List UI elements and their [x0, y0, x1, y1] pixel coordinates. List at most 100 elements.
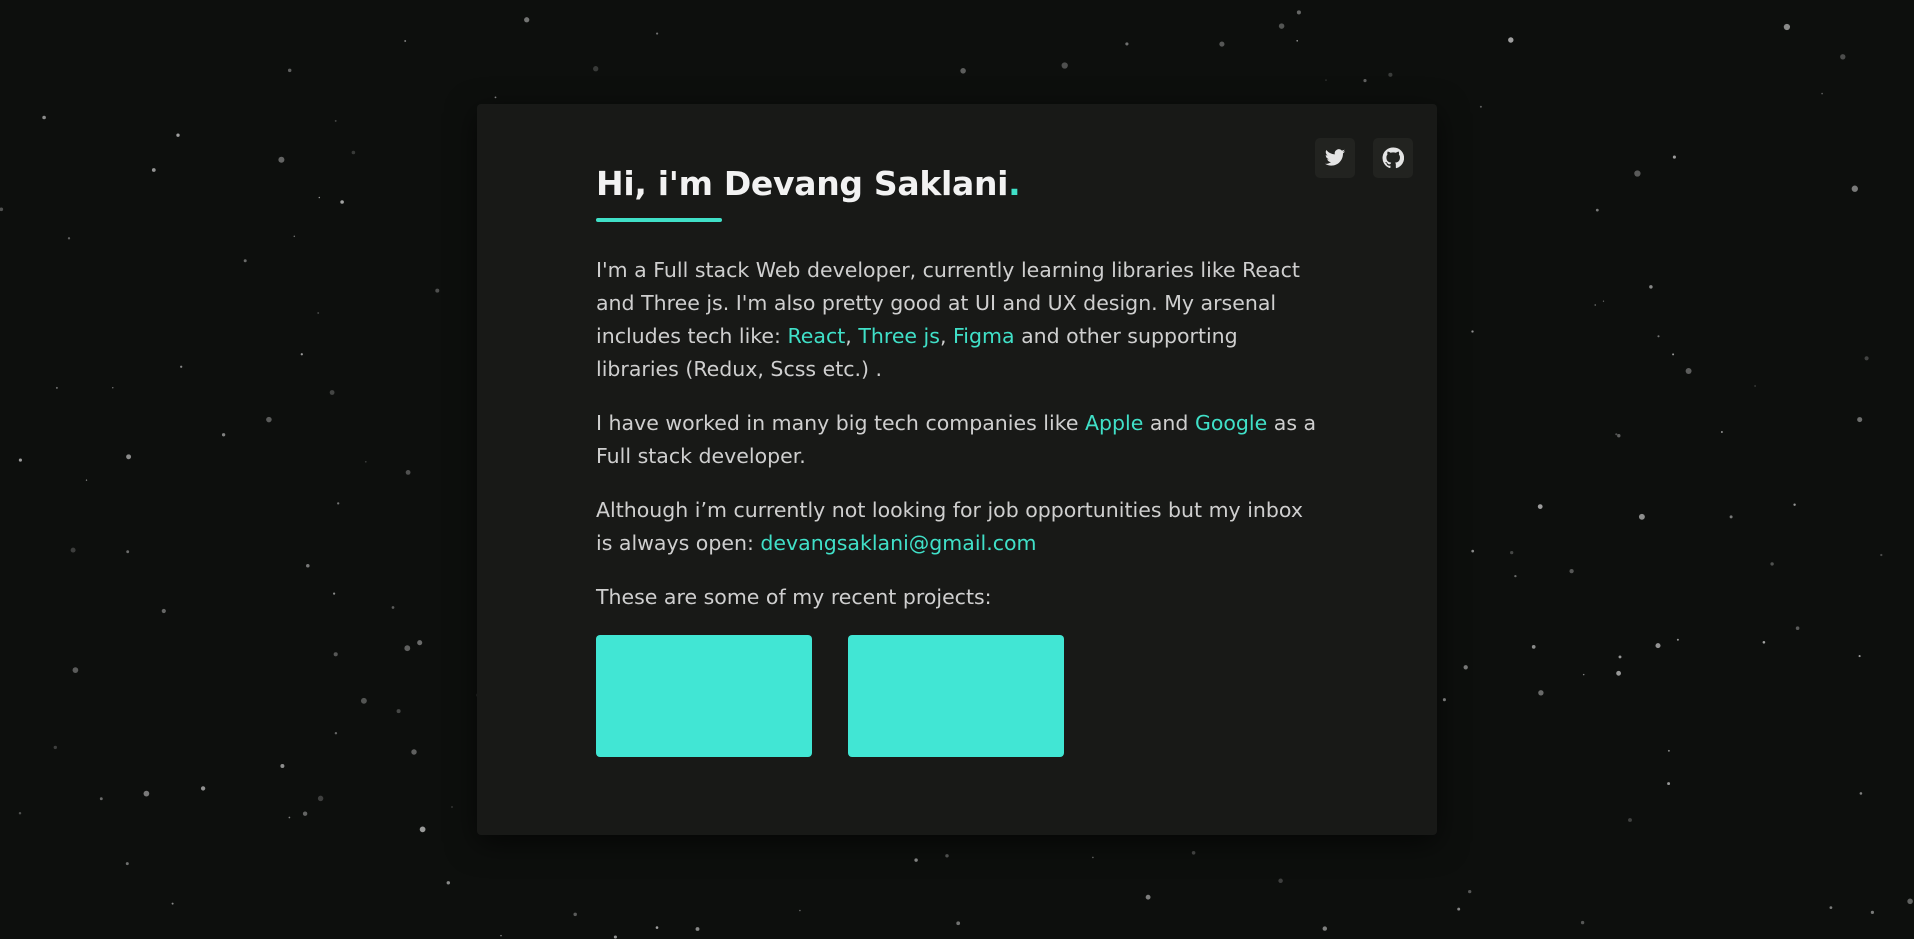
star [300, 353, 303, 356]
star [72, 667, 79, 673]
title-dot: . [1008, 164, 1021, 203]
star [1795, 626, 1800, 630]
projects-heading: These are some of my recent projects: [596, 584, 992, 609]
star [1859, 792, 1863, 795]
twitter-button[interactable] [1315, 138, 1355, 178]
apple-link[interactable]: Apple [1085, 411, 1143, 435]
star [1615, 433, 1618, 436]
title-underline [596, 217, 722, 222]
star [243, 259, 247, 263]
intro-content: Hi, i'm Devang Saklani. I'm a Full stack… [596, 164, 1321, 757]
star [337, 502, 340, 505]
projects-list [596, 634, 1321, 757]
star [180, 365, 183, 368]
star [1278, 878, 1283, 884]
project-card-1[interactable] [596, 634, 812, 757]
star [1296, 40, 1298, 42]
star [306, 564, 310, 568]
star [914, 858, 918, 862]
star [1594, 304, 1596, 306]
star [419, 826, 426, 833]
star [302, 811, 308, 816]
star [126, 454, 132, 460]
contact-paragraph: Although i’m currently not looking for j… [596, 497, 1303, 555]
star [1508, 37, 1514, 43]
star [125, 862, 129, 866]
page-title: Hi, i'm Devang Saklani. [596, 164, 1021, 203]
star [1514, 574, 1517, 578]
star [1880, 553, 1883, 557]
star [695, 927, 700, 931]
star [112, 387, 114, 389]
star [1278, 23, 1285, 29]
star [1864, 356, 1869, 361]
star [317, 312, 320, 314]
star [1510, 550, 1514, 555]
star [1602, 300, 1605, 302]
star [655, 926, 659, 929]
star [1531, 645, 1536, 649]
social-links [1315, 138, 1413, 178]
star [1471, 549, 1475, 553]
star [176, 133, 180, 137]
star [1907, 898, 1913, 905]
star [221, 433, 226, 437]
star [85, 479, 88, 481]
star [333, 652, 338, 657]
star [329, 390, 335, 395]
star [1667, 782, 1671, 786]
threejs-link[interactable]: Three js [858, 324, 940, 348]
star [334, 731, 338, 735]
star [573, 912, 577, 917]
star [18, 458, 22, 462]
intro-card: Hi, i'm Devang Saklani. I'm a Full stack… [477, 104, 1437, 835]
star [960, 68, 966, 74]
star [1858, 655, 1861, 658]
twitter-icon [1324, 149, 1346, 166]
star [1296, 10, 1301, 15]
star [1793, 503, 1796, 506]
experience-paragraph: I have worked in many big tech companies… [596, 410, 1317, 468]
star [1363, 79, 1367, 83]
star [1145, 894, 1151, 900]
star [593, 66, 599, 72]
star [1770, 562, 1774, 566]
star [1191, 851, 1196, 855]
star [364, 460, 367, 463]
star [288, 816, 291, 819]
star [278, 156, 285, 163]
project-card-2[interactable] [848, 634, 1064, 757]
star [161, 608, 166, 614]
star [1857, 417, 1863, 423]
react-link[interactable]: React [787, 324, 845, 348]
star [126, 550, 130, 554]
star [404, 645, 411, 652]
star [42, 115, 46, 120]
google-link[interactable]: Google [1195, 411, 1267, 435]
star [799, 909, 801, 912]
star [1657, 335, 1660, 338]
star [1618, 655, 1622, 659]
star [1685, 368, 1692, 374]
star [1720, 431, 1723, 433]
star [70, 547, 76, 553]
star [945, 854, 949, 858]
star [1754, 385, 1756, 387]
star [494, 96, 497, 99]
star [1582, 673, 1585, 676]
star [1851, 185, 1858, 192]
github-button[interactable] [1373, 138, 1413, 178]
star [340, 200, 344, 204]
star [391, 606, 395, 609]
star [404, 40, 407, 42]
figma-link[interactable]: Figma [953, 324, 1015, 348]
star [656, 32, 659, 35]
star [405, 469, 411, 475]
star [287, 68, 292, 73]
email-link[interactable]: devangsaklani@gmail.com [760, 531, 1036, 555]
star [1672, 155, 1676, 159]
star [1628, 818, 1632, 822]
star [417, 640, 423, 646]
star [1616, 670, 1621, 676]
star [1821, 92, 1823, 95]
